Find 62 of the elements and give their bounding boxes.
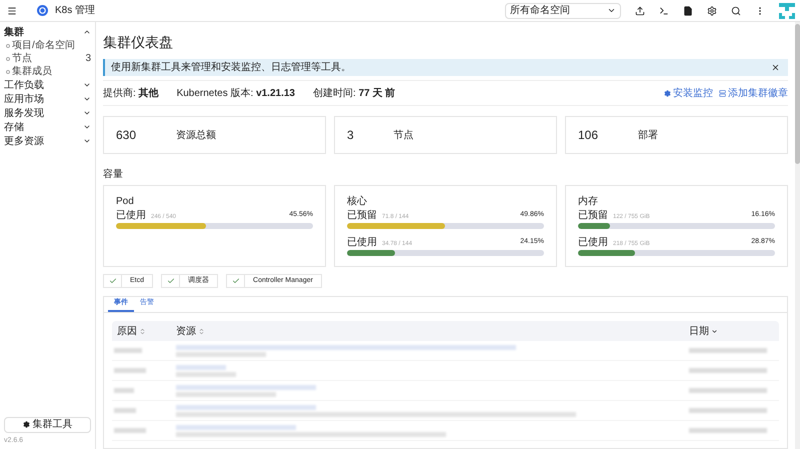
- scrollbar-thumb[interactable]: [795, 24, 800, 164]
- usage-label: 已使用: [347, 236, 377, 250]
- column-header[interactable]: 日期: [689, 324, 709, 338]
- capacity-title: 核心: [347, 194, 368, 209]
- capacity-title: 内存: [578, 194, 599, 209]
- blurred-text: [114, 368, 146, 373]
- column-header[interactable]: 原因: [117, 324, 137, 338]
- usage-label: 已使用: [116, 209, 146, 223]
- install-monitoring-link[interactable]: 安装监控: [664, 86, 713, 100]
- search-icon[interactable]: [731, 6, 741, 16]
- stat-value: 630: [116, 127, 136, 144]
- settings-icon[interactable]: [707, 6, 717, 16]
- app-title: K8s 管理: [55, 4, 96, 18]
- stat-label: 资源总额: [176, 128, 216, 142]
- nav-group[interactable]: 应用市场: [0, 92, 95, 106]
- nav-item[interactable]: 项目/命名空间: [0, 39, 95, 52]
- file-icon[interactable]: [683, 6, 693, 16]
- sort-down-icon[interactable]: [711, 328, 718, 334]
- logo-icon: [779, 2, 795, 18]
- nav-item[interactable]: 节点 3: [0, 52, 95, 65]
- blurred-text: [114, 428, 146, 433]
- nav-group[interactable]: 更多资源: [0, 134, 95, 148]
- section-title: 容量: [103, 168, 124, 182]
- chevron-up-icon: [83, 28, 91, 36]
- column-header[interactable]: 资源: [176, 324, 196, 338]
- alert-text: 使用新集群工具来管理和安装监控、日志管理等工具。: [111, 60, 351, 75]
- terminal-icon[interactable]: [659, 6, 669, 16]
- stat-label: 节点: [394, 128, 414, 142]
- server-icon: [719, 90, 726, 96]
- stat-value: 3: [347, 127, 354, 144]
- bullet-icon: [6, 70, 10, 74]
- nav-group[interactable]: 服务发现: [0, 106, 95, 120]
- upload-icon[interactable]: [635, 6, 645, 16]
- usage-label: 已使用: [578, 236, 608, 250]
- cluster-info: 创建时间: 77 天 前: [313, 86, 396, 100]
- stat-value: 106: [578, 127, 598, 144]
- nav-group[interactable]: 集群: [0, 25, 95, 39]
- gear-icon: [22, 421, 30, 428]
- menu-button[interactable]: [7, 6, 17, 16]
- cluster-tools-button[interactable]: 集群工具: [4, 416, 91, 432]
- cluster-info: 提供商: 其他: [103, 86, 159, 100]
- nav-group[interactable]: 工作负载: [0, 78, 95, 92]
- page-title: 集群仪表盘: [103, 33, 174, 52]
- chevron-down-icon: [607, 6, 616, 15]
- blurred-text: [176, 372, 236, 376]
- bullet-icon: [6, 56, 10, 60]
- bullet-icon: [6, 44, 10, 48]
- usage-label: 已预留: [578, 209, 608, 223]
- gear-icon: [664, 90, 671, 96]
- blurred-text: [114, 408, 136, 413]
- blurred-text: [114, 348, 142, 353]
- namespace-select[interactable]: 所有命名空间: [505, 2, 621, 18]
- cluster-info: Kubernetes 版本: v1.21.13: [176, 86, 295, 100]
- add-badge-link[interactable]: 添加集群徽章: [719, 86, 788, 100]
- usage-label: 已预留: [347, 209, 377, 223]
- capacity-title: Pod: [116, 195, 135, 209]
- nav-item[interactable]: 集群成员: [0, 65, 95, 78]
- nav-group[interactable]: 存储: [0, 120, 95, 134]
- close-icon[interactable]: [771, 63, 780, 72]
- wheel-logo-icon: [37, 5, 48, 16]
- stat-label: 部署: [638, 128, 658, 142]
- blurred-text: [114, 388, 134, 393]
